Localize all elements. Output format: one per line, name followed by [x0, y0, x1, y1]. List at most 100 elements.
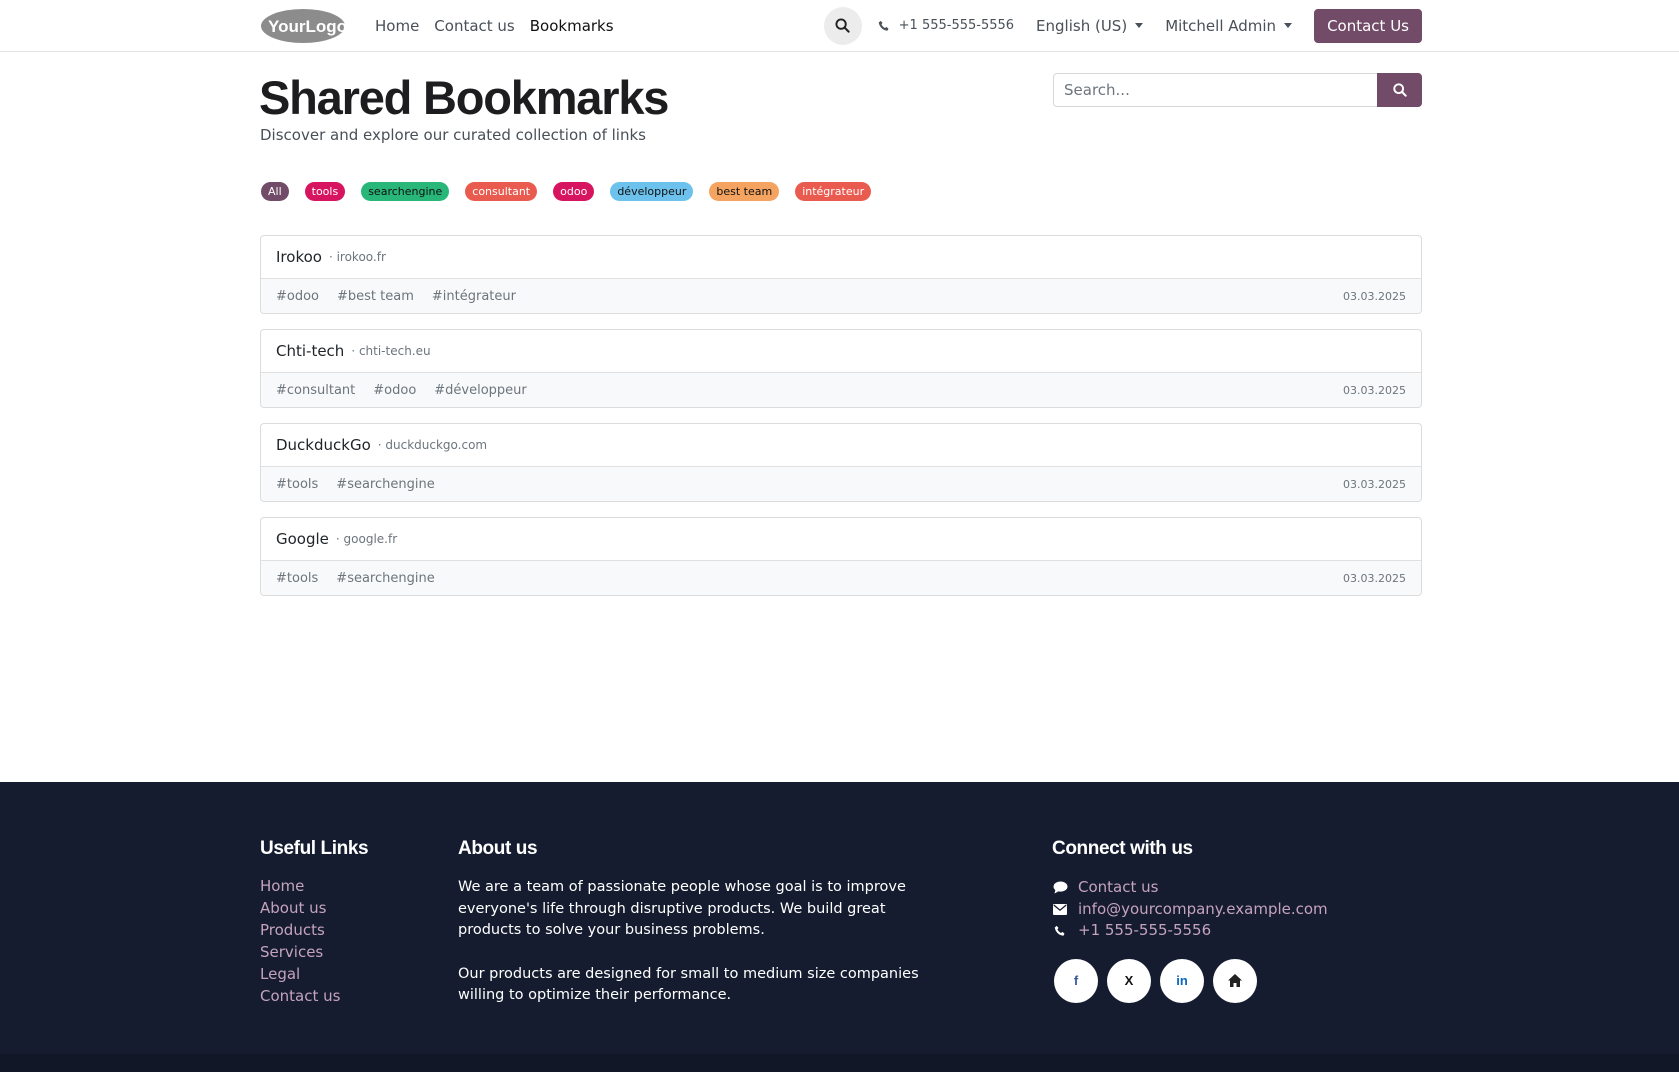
nav-link-contact-us[interactable]: Contact us: [434, 17, 514, 35]
footer-link-contact-us[interactable]: Contact us: [260, 987, 368, 1006]
footer-useful-links-title: Useful Links: [260, 838, 369, 859]
search-icon: [1392, 83, 1407, 97]
bookmark-title-link[interactable]: Google: [276, 530, 329, 548]
footer-link-services[interactable]: Services: [260, 943, 368, 962]
footer-useful-links: Useful Links Home About us Products Service…: [260, 838, 369, 1006]
bookmark-title-link[interactable]: DuckduckGo: [276, 436, 371, 454]
bookmark-card-footer: #odoo #best team #intégrateur 03.03.2025: [261, 279, 1421, 313]
footer-contact-row: Contact us: [1052, 877, 1328, 899]
footer-contact-link[interactable]: Contact us: [1078, 877, 1158, 899]
bookmark-card: Irokoo · irokoo.fr #odoo #best team #intégra…: [260, 235, 1422, 314]
bookmark-tag-list: #odoo #best team #intégrateur: [276, 289, 516, 304]
footer-about: About us We are a team of passionate peo…: [458, 838, 928, 1029]
home-social-button[interactable]: [1213, 958, 1257, 1003]
page-title: Shared Bookmarks: [259, 71, 669, 124]
bookmark-tag[interactable]: #intégrateur: [432, 289, 516, 304]
footer-about-title: About us: [458, 838, 538, 859]
bookmark-date: 03.03.2025: [1343, 289, 1406, 303]
tag-filter-développeur[interactable]: développeur: [610, 182, 694, 201]
bookmark-domain: · irokoo.fr: [328, 250, 386, 264]
footer-email-row: info@yourcompany.example.com: [1052, 899, 1328, 921]
bookmark-tag[interactable]: #odoo: [276, 289, 319, 304]
bookmark-card-footer: #consultant #odoo #développeur 03.03.2025: [261, 373, 1421, 407]
logo-text: YourLogo: [268, 17, 346, 36]
user-name: Mitchell Admin: [1165, 16, 1277, 35]
header-inner: YourLogo Home Contact us Bookmarks +1 555-…: [260, 0, 1422, 51]
main-nav: Home Contact us Bookmarks: [375, 17, 614, 35]
footer-link-home[interactable]: Home: [260, 877, 368, 896]
chevron-down-icon: [1135, 23, 1144, 28]
site-footer: Useful Links Home About us Products Service…: [0, 782, 1679, 1054]
bookmark-tag[interactable]: #tools: [276, 571, 318, 586]
bookmark-domain: · duckduckgo.com: [377, 438, 488, 452]
header-phone-number: +1 555-555-5556: [898, 18, 1015, 33]
bookmark-date: 03.03.2025: [1343, 571, 1406, 585]
language-dropdown[interactable]: English (US): [1036, 16, 1144, 35]
contact-us-button[interactable]: Contact Us: [1314, 8, 1422, 43]
facebook-social-button[interactable]: f: [1054, 958, 1098, 1003]
nav-link-home[interactable]: Home: [375, 17, 419, 35]
nav-link-bookmarks[interactable]: Bookmarks: [530, 17, 614, 35]
bookmark-domain: · chti-tech.eu: [351, 344, 431, 358]
search-input[interactable]: [1053, 73, 1377, 107]
site-header: YourLogo Home Contact us Bookmarks +1 555-…: [0, 0, 1679, 52]
bookmark-card: Google · google.fr #tools #searchengine 03.0…: [260, 517, 1422, 596]
bookmark-tag[interactable]: #searchengine: [336, 571, 434, 586]
bookmark-card-footer: #tools #searchengine 03.03.2025: [261, 561, 1421, 595]
home-icon: [1228, 974, 1242, 987]
header-phone[interactable]: +1 555-555-5556: [878, 18, 1014, 33]
footer-link-products[interactable]: Products: [260, 921, 368, 940]
linkedin-social-button[interactable]: in: [1160, 958, 1204, 1003]
bookmark-tag[interactable]: #tools: [276, 477, 318, 492]
bookmark-card-footer: #tools #searchengine 03.03.2025: [261, 467, 1421, 501]
bookmark-card-header: Irokoo · irokoo.fr: [261, 236, 1421, 279]
footer-about-text-2: Our products are designed for small to m…: [458, 965, 919, 1004]
phone-icon: [878, 20, 889, 31]
search-icon: [835, 18, 850, 33]
bookmark-card: DuckduckGo · duckduckgo.com #tools #searche…: [260, 423, 1422, 502]
tag-filter-intégrateur[interactable]: intégrateur: [795, 182, 872, 201]
facebook-icon: f: [1073, 973, 1079, 988]
logo-image[interactable]: YourLogo: [260, 8, 346, 44]
user-menu-dropdown[interactable]: Mitchell Admin: [1165, 16, 1293, 35]
bookmark-title-link[interactable]: Irokoo: [276, 248, 322, 266]
footer-email-link[interactable]: info@yourcompany.example.com: [1078, 899, 1328, 921]
bookmark-tag[interactable]: #consultant: [276, 383, 355, 398]
bookmark-card-header: Chti-tech · chti-tech.eu: [261, 330, 1421, 373]
bookmark-tag[interactable]: #odoo: [373, 383, 416, 398]
header-search-button[interactable]: [823, 6, 862, 45]
bookmark-tag-list: #consultant #odoo #développeur: [276, 383, 527, 398]
footer-social-links: f Xin: [1054, 958, 1328, 1003]
tag-filter-best-team[interactable]: best team: [709, 182, 780, 201]
bookmark-domain: · google.fr: [335, 532, 398, 546]
x-twitter-icon: X: [1124, 973, 1134, 988]
linkedin-icon: in: [1176, 973, 1188, 988]
tag-filter-searchengine[interactable]: searchengine: [361, 182, 450, 201]
bookmark-date: 03.03.2025: [1343, 383, 1406, 397]
tag-filter-list: All tools searchengine consultant odoo dévelo…: [261, 182, 872, 201]
tag-filter-odoo[interactable]: odoo: [553, 182, 595, 201]
chevron-down-icon: [1284, 23, 1293, 28]
search-submit-button[interactable]: [1377, 73, 1422, 107]
bookmark-date: 03.03.2025: [1343, 477, 1406, 491]
footer-phone-link[interactable]: +1 555-555-5556: [1078, 920, 1211, 942]
bookmark-title-link[interactable]: Chti-tech: [276, 342, 344, 360]
footer-link-legal[interactable]: Legal: [260, 965, 368, 984]
bookmark-tag[interactable]: #best team: [337, 289, 414, 304]
tag-filter-all[interactable]: All: [261, 182, 289, 201]
x-twitter-social-button[interactable]: X: [1107, 958, 1151, 1003]
envelope-icon: [1053, 903, 1067, 915]
footer-link-about-us[interactable]: About us: [260, 899, 368, 918]
tag-filter-tools[interactable]: tools: [304, 182, 346, 201]
footer-connect: Connect with us Contact us info@yourcomp…: [1052, 838, 1328, 1003]
footer-connect-title: Connect with us: [1052, 838, 1193, 859]
bookmark-list: Irokoo · irokoo.fr #odoo #best team #intégra…: [260, 235, 1422, 611]
phone-icon: [1054, 925, 1065, 936]
tag-filter-consultant[interactable]: consultant: [465, 182, 538, 201]
bookmark-card: Chti-tech · chti-tech.eu #consultant #odoo #…: [260, 329, 1422, 408]
bookmark-tag-list: #tools #searchengine: [276, 571, 435, 586]
bookmark-tag[interactable]: #développeur: [434, 383, 527, 398]
bookmark-tag[interactable]: #searchengine: [336, 477, 434, 492]
footer-bottom-bar: [0, 1054, 1679, 1072]
language-label: English (US): [1036, 16, 1128, 35]
